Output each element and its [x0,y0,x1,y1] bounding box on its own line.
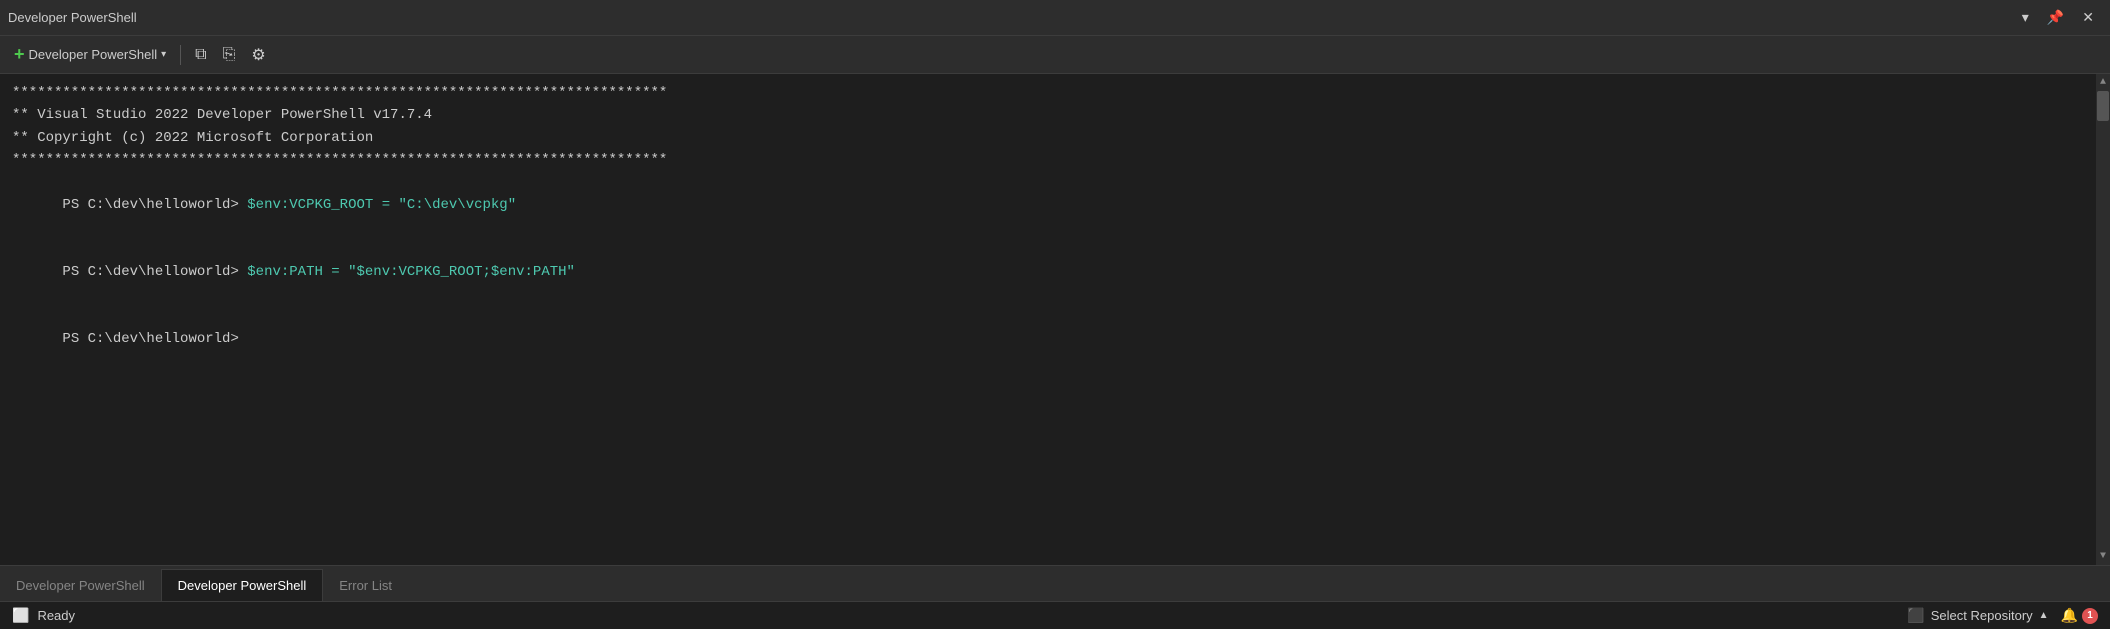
terminal-line-cmd1: PS C:\dev\helloworld> $env:VCPKG_ROOT = … [12,172,2084,239]
copy-icon: ⎘ [223,46,236,64]
dropdown-button[interactable]: ▾ [2014,5,2037,30]
new-terminal-label: Developer PowerShell [29,47,158,62]
scroll-up-arrow[interactable]: ▲ [2096,74,2110,91]
tab-label-3: Error List [339,578,392,593]
prompt-2: PS C:\dev\helloworld> [62,264,247,280]
tab-label-2: Developer PowerShell [178,578,307,593]
terminal-line-prompt: PS C:\dev\helloworld> [12,306,2084,373]
chevron-down-icon: ▾ [161,49,166,60]
scroll-down-arrow[interactable]: ▼ [2096,548,2110,565]
scroll-thumb[interactable] [2097,91,2109,121]
ready-icon: ⬜ [12,607,29,624]
terminal-container: ****************************************… [0,74,2110,565]
terminal-line-stars-1: ****************************************… [12,82,2084,104]
split-terminal-button[interactable]: ⧉ [189,42,212,68]
arrow-up-icon: ▲ [2039,610,2049,621]
ready-label: Ready [37,608,75,623]
settings-button[interactable]: ⚙ [245,41,271,69]
notification-area[interactable]: 🔔 1 [2061,607,2098,624]
scrollbar[interactable]: ▲ ▼ [2096,74,2110,565]
bell-icon: 🔔 [2061,607,2078,624]
new-terminal-button[interactable]: + Developer PowerShell ▾ [8,40,172,69]
plus-icon: + [14,44,25,65]
status-right: ⬛ Select Repository ▲ 🔔 1 [1907,607,2098,624]
prompt-1: PS C:\dev\helloworld> [62,197,247,213]
tab-label-1: Developer PowerShell [16,578,145,593]
tab-error-list[interactable]: Error List [323,569,408,601]
terminal-output[interactable]: ****************************************… [0,74,2096,565]
pin-button[interactable]: 📌 [2039,5,2072,30]
close-button[interactable]: ✕ [2074,5,2102,30]
window-title: Developer PowerShell [8,10,137,25]
terminal-line-version: ** Visual Studio 2022 Developer PowerShe… [12,104,2084,126]
terminal-line-stars-2: ****************************************… [12,149,2084,171]
tab-developer-powershell-1[interactable]: Developer PowerShell [0,569,161,601]
prompt-3: PS C:\dev\helloworld> [62,331,247,347]
notification-badge: 1 [2082,608,2098,624]
terminal-line-copyright: ** Copyright (c) 2022 Microsoft Corporat… [12,127,2084,149]
title-bar: Developer PowerShell ▾ 📌 ✕ [0,0,2110,36]
cmd-1: $env:VCPKG_ROOT = "C:\dev\vcpkg" [247,197,516,213]
status-bar: ⬜ Ready ⬛ Select Repository ▲ 🔔 1 [0,601,2110,629]
title-bar-controls: ▾ 📌 ✕ [2014,5,2102,30]
copy-button[interactable]: ⎘ [217,42,242,68]
select-repository-button[interactable]: ⬛ Select Repository ▲ [1907,607,2048,624]
repository-icon: ⬛ [1907,607,1924,624]
tab-developer-powershell-2[interactable]: Developer PowerShell [161,569,324,601]
cmd-2: $env:PATH = "$env:VCPKG_ROOT;$env:PATH" [247,264,575,280]
terminal-line-cmd2: PS C:\dev\helloworld> $env:PATH = "$env:… [12,239,2084,306]
gear-icon: ⚙ [251,45,265,65]
toolbar-divider [180,45,181,65]
title-bar-left: Developer PowerShell [8,10,137,25]
status-left: ⬜ Ready [12,607,75,624]
select-repo-label: Select Repository [1931,608,2033,623]
split-icon: ⧉ [195,46,206,64]
toolbar: + Developer PowerShell ▾ ⧉ ⎘ ⚙ [0,36,2110,74]
tabs-bar: Developer PowerShell Developer PowerShel… [0,565,2110,601]
scroll-track[interactable] [2096,91,2110,548]
